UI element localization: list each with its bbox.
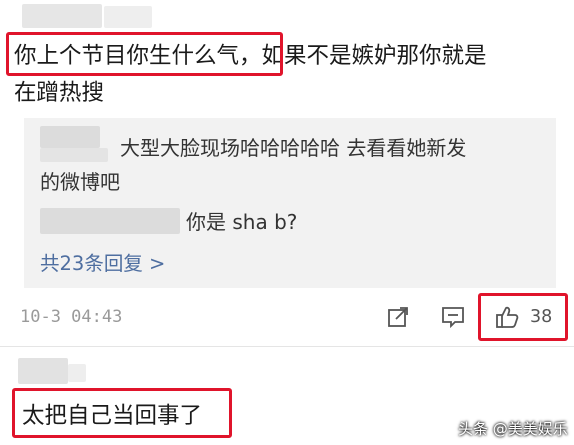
username-blur — [68, 364, 86, 382]
username-blur — [18, 358, 68, 384]
like-highlight-box — [478, 293, 568, 341]
reply-2: 你是 sha b? — [186, 210, 298, 234]
like-count: 38 — [530, 307, 553, 327]
comment-divider — [0, 346, 574, 347]
timestamp: 10-3 04:43 — [20, 307, 123, 327]
reply-1-line1: 大型大脸现场哈哈哈哈哈 去看看她新发 — [120, 136, 467, 160]
like-icon[interactable] — [494, 304, 520, 330]
share-icon[interactable] — [386, 305, 410, 329]
comment-text-line2: 在蹭热搜 — [14, 80, 105, 106]
watermark: 头条 @美美娱乐 — [458, 420, 568, 438]
reply-avatar-blur — [40, 148, 108, 162]
highlight-box — [6, 32, 283, 76]
comment-text-rest: 如果不是嫉妒那你就是 — [261, 43, 487, 69]
comment-icon[interactable] — [440, 305, 466, 329]
more-replies-link[interactable]: 共23条回复 > — [40, 247, 165, 276]
username-blur — [104, 6, 152, 28]
reply-avatar-blur — [40, 208, 180, 234]
reply-1-line2: 的微博吧 — [40, 170, 120, 194]
username-blur — [22, 4, 102, 28]
highlight-box — [12, 388, 232, 438]
reply-avatar-blur — [40, 126, 100, 148]
